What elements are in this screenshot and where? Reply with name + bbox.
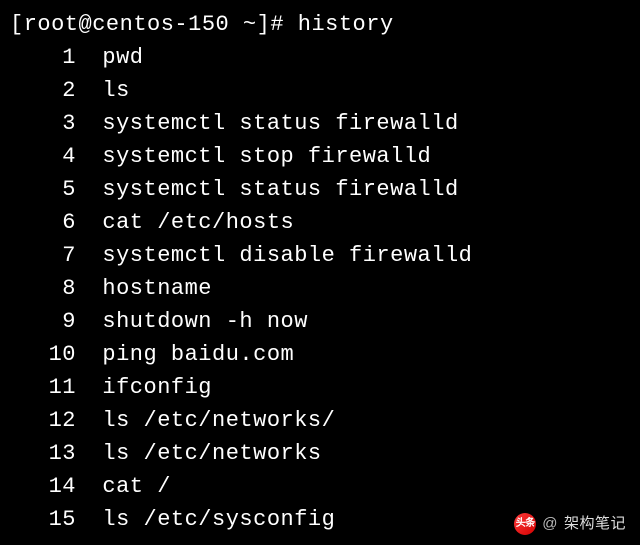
history-entry: 12 ls /etc/networks/ [10, 404, 630, 437]
history-command: systemctl status firewalld [102, 111, 458, 136]
history-entry: 8 hostname [10, 272, 630, 305]
history-number: 6 [10, 206, 76, 239]
history-command: ls /etc/networks [102, 441, 321, 466]
history-entry: 13 ls /etc/networks [10, 437, 630, 470]
history-number: 11 [10, 371, 76, 404]
watermark: 头条 @ 架构笔记 [514, 513, 626, 536]
history-number: 4 [10, 140, 76, 173]
history-command: ping baidu.com [102, 342, 294, 367]
history-command: pwd [102, 45, 143, 70]
history-number: 3 [10, 107, 76, 140]
watermark-at: @ [542, 513, 558, 536]
history-entry: 2 ls [10, 74, 630, 107]
history-number: 10 [10, 338, 76, 371]
shell-prompt: [root@centos-150 ~]# [10, 12, 298, 37]
history-command: shutdown -h now [102, 309, 308, 334]
history-entry: 6 cat /etc/hosts [10, 206, 630, 239]
history-number: 15 [10, 503, 76, 536]
watermark-author: 架构笔记 [564, 513, 626, 536]
history-number: 13 [10, 437, 76, 470]
history-number: 12 [10, 404, 76, 437]
history-command: cat /etc/hosts [102, 210, 294, 235]
history-entry: 5 systemctl status firewalld [10, 173, 630, 206]
history-command: ls /etc/sysconfig [102, 507, 335, 532]
history-number: 8 [10, 272, 76, 305]
history-number: 9 [10, 305, 76, 338]
history-command: systemctl stop firewalld [102, 144, 431, 169]
history-command: ls [102, 78, 129, 103]
history-entry: 1 pwd [10, 41, 630, 74]
history-number: 7 [10, 239, 76, 272]
history-entry: 4 systemctl stop firewalld [10, 140, 630, 173]
history-entry: 10 ping baidu.com [10, 338, 630, 371]
history-command: systemctl status firewalld [102, 177, 458, 202]
history-command: systemctl disable firewalld [102, 243, 472, 268]
history-entry: 14 cat / [10, 470, 630, 503]
history-number: 14 [10, 470, 76, 503]
history-entry: 3 systemctl status firewalld [10, 107, 630, 140]
history-entry: 7 systemctl disable firewalld [10, 239, 630, 272]
history-entry: 9 shutdown -h now [10, 305, 630, 338]
history-number: 1 [10, 41, 76, 74]
history-command: ifconfig [102, 375, 212, 400]
history-output: 1 pwd 2 ls 3 systemctl status firewalld 4 syste… [10, 41, 630, 536]
history-number: 2 [10, 74, 76, 107]
history-command: hostname [102, 276, 212, 301]
shell-prompt-line: [root@centos-150 ~]# history [10, 8, 630, 41]
toutiao-logo-icon: 头条 [514, 513, 536, 535]
history-command: cat / [102, 474, 171, 499]
typed-command: history [298, 12, 394, 37]
history-entry: 11 ifconfig [10, 371, 630, 404]
history-command: ls /etc/networks/ [102, 408, 335, 433]
history-number: 5 [10, 173, 76, 206]
